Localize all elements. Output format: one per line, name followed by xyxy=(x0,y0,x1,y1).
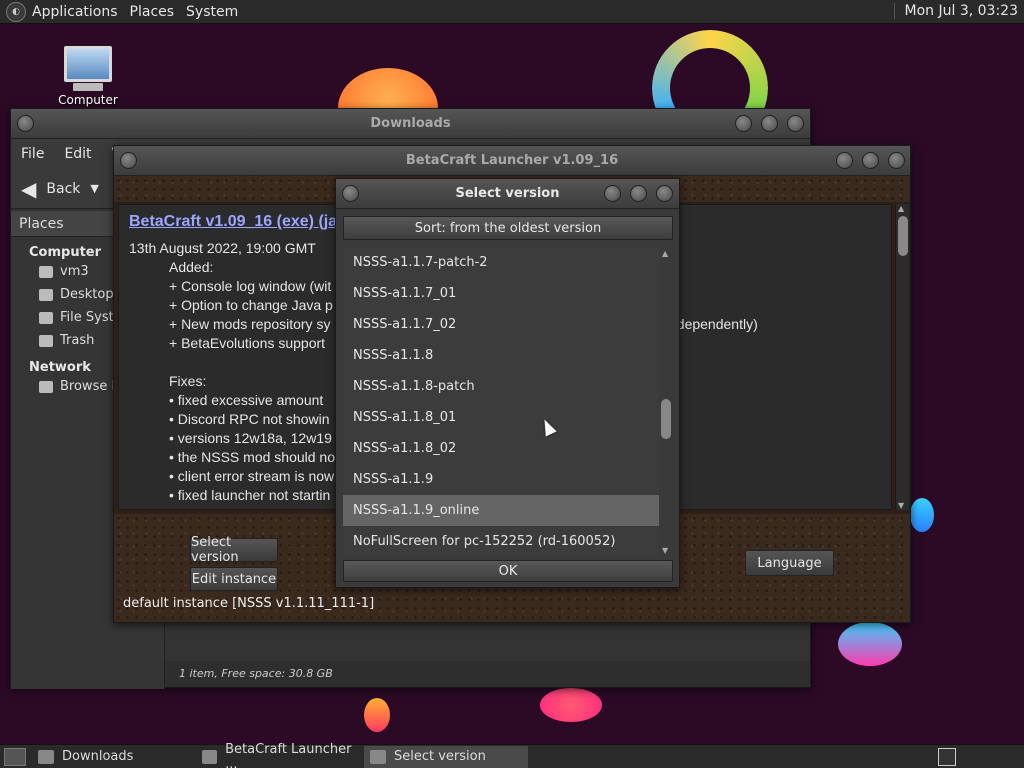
window-title: BetaCraft Launcher v1.09_16 xyxy=(405,153,619,168)
window-title: Downloads xyxy=(370,116,451,131)
wallpaper-blob xyxy=(838,622,902,666)
window-menu-button[interactable] xyxy=(120,152,137,169)
language-button[interactable]: Language xyxy=(745,550,834,576)
folder-icon xyxy=(38,749,54,764)
changelog-line-trailing: ndependently) xyxy=(669,316,758,332)
wallpaper-blob xyxy=(910,498,934,532)
downloads-titlebar[interactable]: Downloads xyxy=(11,109,810,139)
task-select-version[interactable]: Select version xyxy=(364,745,528,768)
select-version-titlebar[interactable]: Select version xyxy=(336,179,679,209)
wallpaper-blob xyxy=(364,698,390,732)
menu-places[interactable]: Places xyxy=(130,4,175,20)
app-icon xyxy=(370,749,386,764)
version-item[interactable]: NSSS-a1.1.7-patch-2 xyxy=(343,247,659,278)
menu-file[interactable]: File xyxy=(21,146,44,162)
version-item[interactable]: NSSS-a1.1.7_01 xyxy=(343,278,659,309)
desktop-icon-computer[interactable]: Computer xyxy=(52,46,124,107)
close-button[interactable] xyxy=(888,152,905,169)
minimize-button[interactable] xyxy=(735,115,752,132)
drive-icon xyxy=(39,265,53,278)
minimize-button[interactable] xyxy=(836,152,853,169)
workspace-switcher-icon[interactable] xyxy=(938,748,956,766)
dialog-title: Select version xyxy=(455,186,560,201)
computer-icon xyxy=(64,46,112,82)
version-item[interactable]: NSSS-a1.1.8_02 xyxy=(343,433,659,464)
version-item[interactable]: NSSS-a1.1.8-patch xyxy=(343,371,659,402)
clock[interactable]: Mon Jul 3, 03:23 xyxy=(893,3,1018,19)
version-item-selected[interactable]: NSSS-a1.1.9_online xyxy=(343,495,659,526)
select-version-dialog: Select version Sort: from the oldest ver… xyxy=(335,178,680,588)
close-button[interactable] xyxy=(787,115,804,132)
menu-system[interactable]: System xyxy=(186,4,238,20)
changelog-scrollbar[interactable]: ▲ ▼ xyxy=(895,204,909,510)
desktop-icon-label: Computer xyxy=(58,93,118,107)
minimize-button[interactable] xyxy=(604,185,621,202)
back-button[interactable]: ◀ Back ▼ xyxy=(21,177,99,201)
scroll-up-icon[interactable]: ▲ xyxy=(662,249,668,258)
task-downloads[interactable]: Downloads xyxy=(32,746,192,768)
status-bar: 1 item, Free space: 30.8 GB xyxy=(165,661,810,687)
version-item[interactable]: NSSS-a1.1.8_01 xyxy=(343,402,659,433)
close-button[interactable] xyxy=(656,185,673,202)
edit-instance-button[interactable]: Edit instance xyxy=(190,567,278,591)
scrollbar-thumb[interactable] xyxy=(661,399,671,439)
version-list: NSSS-a1.1.7-patch-2 NSSS-a1.1.7_01 NSSS-… xyxy=(343,247,659,557)
bottom-taskbar: Downloads BetaCraft Launcher ... Select … xyxy=(0,742,1024,768)
desktop-icon xyxy=(39,288,53,301)
app-icon xyxy=(202,749,218,764)
show-desktop-icon[interactable] xyxy=(4,747,26,766)
version-item[interactable]: NSSS-a1.1.7_02 xyxy=(343,309,659,340)
scroll-down-icon[interactable]: ▼ xyxy=(662,546,668,555)
back-label: Back xyxy=(46,180,81,197)
back-arrow-icon: ◀ xyxy=(21,176,37,201)
instance-label: default instance [NSSS v1.1.11_111-1] xyxy=(123,596,375,611)
maximize-button[interactable] xyxy=(862,152,879,169)
scrollbar-thumb[interactable] xyxy=(898,216,908,256)
trash-icon xyxy=(39,334,53,347)
scroll-down-icon[interactable]: ▼ xyxy=(898,501,904,510)
sort-order-button[interactable]: Sort: from the oldest version xyxy=(343,216,673,240)
menu-applications[interactable]: Applications xyxy=(32,4,118,20)
betacraft-titlebar[interactable]: BetaCraft Launcher v1.09_16 xyxy=(114,146,910,176)
version-item[interactable]: NSSS-a1.1.9 xyxy=(343,464,659,495)
top-panel: ◐ Applications Places System Mon Jul 3, … xyxy=(0,0,1024,24)
version-item[interactable]: NSSS-a1.1.8 xyxy=(343,340,659,371)
maximize-button[interactable] xyxy=(630,185,647,202)
window-menu-button[interactable] xyxy=(342,185,359,202)
menu-edit[interactable]: Edit xyxy=(64,146,91,162)
wallpaper-blob xyxy=(540,688,602,722)
ok-button[interactable]: OK xyxy=(343,560,673,582)
scroll-up-icon[interactable]: ▲ xyxy=(898,204,904,213)
maximize-button[interactable] xyxy=(761,115,778,132)
select-version-button[interactable]: Select version xyxy=(190,535,278,565)
version-item[interactable]: NoFullScreen for pc-152252 (rd-160052) xyxy=(343,526,659,557)
chevron-down-icon[interactable]: ▼ xyxy=(90,182,98,195)
distro-logo-icon[interactable]: ◐ xyxy=(6,1,26,22)
task-betacraft[interactable]: BetaCraft Launcher ... xyxy=(196,742,360,768)
version-list-scrollbar[interactable]: ▲ ▼ xyxy=(659,247,673,557)
network-icon xyxy=(39,380,53,393)
drive-icon xyxy=(39,311,53,324)
window-menu-button[interactable] xyxy=(17,115,34,132)
